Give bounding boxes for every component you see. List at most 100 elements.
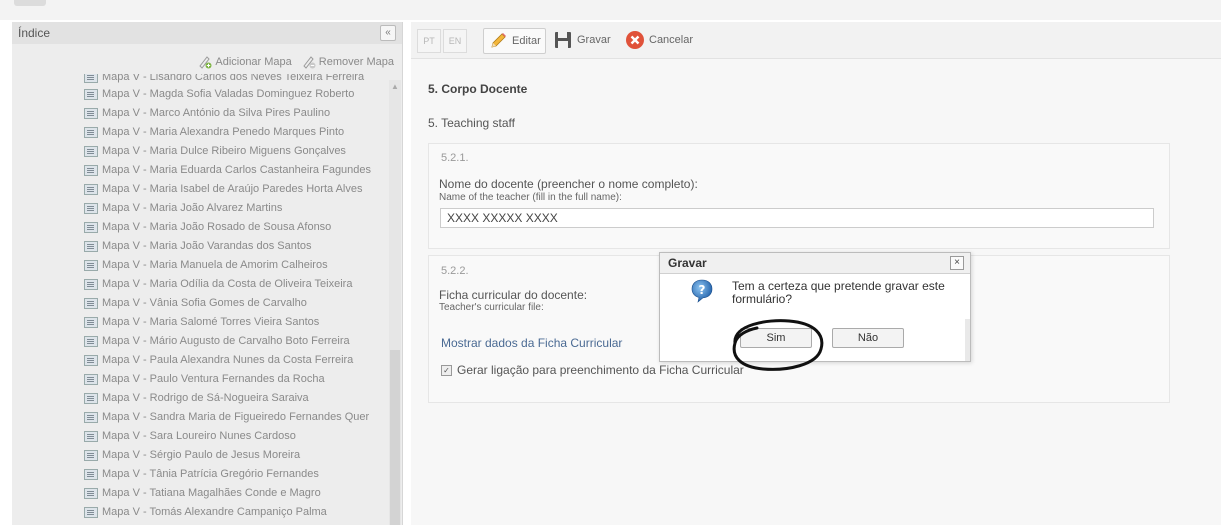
save-button[interactable]: Gravar xyxy=(549,28,615,52)
index-sidebar: Índice « Adicionar Mapa Remover Mapa Map… xyxy=(12,22,403,525)
list-item[interactable]: Mapa V - Sérgio Paulo de Jesus Moreira xyxy=(84,446,300,464)
sidebar-actions: Adicionar Mapa Remover Mapa xyxy=(198,55,394,69)
map-doc-icon xyxy=(84,240,98,252)
dialog-close-button[interactable]: × xyxy=(950,256,964,270)
cancel-label: Cancelar xyxy=(649,34,694,46)
list-item[interactable]: Mapa V - Maria Manuela de Amorim Calheir… xyxy=(84,256,328,274)
cancel-button[interactable]: Cancelar xyxy=(621,28,697,52)
map-doc-icon xyxy=(84,335,98,347)
map-doc-icon xyxy=(84,411,98,423)
generate-link-checkbox[interactable]: ✓ xyxy=(441,364,452,376)
map-doc-icon xyxy=(84,278,98,290)
toolbar: PT EN Editar Gravar Cancelar xyxy=(411,22,1221,59)
map-doc-icon xyxy=(84,259,98,271)
pencil-icon xyxy=(491,33,506,48)
map-doc-icon xyxy=(84,145,98,157)
curricular-file-label-en: Teacher's curricular file: xyxy=(439,302,544,313)
curricular-file-label-pt: Ficha curricular do docente: xyxy=(439,288,588,302)
dialog-title: Gravar xyxy=(668,256,707,270)
list-item-label: Mapa V - Tânia Patrícia Gregório Fernand… xyxy=(102,468,319,480)
svg-text:?: ? xyxy=(699,283,706,297)
list-item[interactable]: Mapa V - Sandra Maria de Figueiredo Fern… xyxy=(84,408,369,426)
list-item[interactable]: Mapa V - Maria João Rosado de Sousa Afon… xyxy=(84,218,331,236)
list-item[interactable]: Mapa V - Maria Dulce Ribeiro Miguens Gon… xyxy=(84,142,346,160)
dialog-edge xyxy=(965,319,970,361)
list-item-label: Mapa V - Vânia Sofia Gomes de Carvalho xyxy=(102,297,307,309)
generate-link-checkbox-row[interactable]: ✓ Gerar ligação para preenchimento da Fi… xyxy=(441,363,744,377)
no-button[interactable]: Não xyxy=(832,328,904,348)
list-item[interactable]: Mapa V - Vânia Sofia Gomes de Carvalho xyxy=(84,294,307,312)
list-item-label: Mapa V - Mário Augusto de Carvalho Boto … xyxy=(102,335,350,347)
lang-en-button[interactable]: EN xyxy=(443,29,467,53)
list-item-label: Mapa V - Sérgio Paulo de Jesus Moreira xyxy=(102,449,301,461)
map-doc-icon xyxy=(84,126,98,138)
map-doc-icon xyxy=(84,88,98,100)
list-item[interactable]: Mapa V - Marco António da Silva Pires Pa… xyxy=(84,104,330,122)
map-doc-icon xyxy=(84,221,98,233)
list-item-label: Mapa V - Magda Sofia Valadas Dominguez R… xyxy=(102,88,355,100)
collapse-sidebar-button[interactable]: « xyxy=(380,25,396,41)
dialog-titlebar[interactable]: Gravar × xyxy=(660,253,970,274)
list-item-label: Mapa V - Sandra Maria de Figueiredo Fern… xyxy=(102,411,370,423)
top-bar xyxy=(0,0,1221,20)
map-doc-icon xyxy=(84,74,98,83)
list-item[interactable]: Mapa V - Maria Alexandra Penedo Marques … xyxy=(84,123,344,141)
list-item[interactable]: Mapa V - Paulo Ventura Fernandes da Roch… xyxy=(84,370,325,388)
list-item[interactable]: Mapa V - Tânia Patrícia Gregório Fernand… xyxy=(84,465,319,483)
map-doc-icon xyxy=(84,487,98,499)
list-item-label: Mapa V - Tomás Alexandre Campaniço Palma xyxy=(102,506,327,518)
map-doc-icon xyxy=(84,373,98,385)
list-item-label: Mapa V - Maria Manuela de Amorim Calheir… xyxy=(102,259,328,271)
scroll-up-arrow-icon[interactable]: ▲ xyxy=(390,82,400,92)
edit-button[interactable]: Editar xyxy=(483,28,546,54)
edit-label: Editar xyxy=(512,35,541,47)
teacher-name-label-en: Name of the teacher (fill in the full na… xyxy=(439,192,622,203)
list-item-label: Mapa V - Maria Odília da Costa de Olivei… xyxy=(102,278,353,290)
sidebar-title: Índice xyxy=(18,26,51,40)
show-curricular-data-link[interactable]: Mostrar dados da Ficha Curricular xyxy=(441,336,622,350)
list-item[interactable]: Mapa V - Mário Augusto de Carvalho Boto … xyxy=(84,332,350,350)
question-number: 5.2.2. xyxy=(441,265,469,277)
map-doc-icon xyxy=(84,202,98,214)
section-title: 5. Corpo Docente xyxy=(428,82,528,96)
map-doc-icon xyxy=(84,164,98,176)
list-item[interactable]: Mapa V - Magda Sofia Valadas Dominguez R… xyxy=(84,85,354,103)
map-doc-icon xyxy=(84,430,98,442)
add-map-button[interactable]: Adicionar Mapa xyxy=(198,55,292,69)
map-doc-icon xyxy=(84,107,98,119)
dialog-message: Tem a certeza que pretende gravar este f… xyxy=(732,279,945,306)
question-icon: ? xyxy=(691,279,713,303)
list-item-label: Mapa V - Paulo Ventura Fernandes da Roch… xyxy=(102,373,325,385)
list-item[interactable]: Mapa V - Maria João Varandas dos Santos xyxy=(84,237,312,255)
list-item-label: Mapa V - Rodrigo de Sá-Nogueira Saraiva xyxy=(102,392,309,404)
list-item-label: Mapa V - Maria Salomé Torres Vieira Sant… xyxy=(102,316,320,328)
list-item[interactable]: Mapa V - Maria Isabel de Araújo Paredes … xyxy=(84,180,362,198)
list-item[interactable]: Mapa V - Rodrigo de Sá-Nogueira Saraiva xyxy=(84,389,309,407)
sidebar-scrollbar[interactable]: ▲ xyxy=(389,80,401,525)
list-item-label: Mapa V - Maria Alexandra Penedo Marques … xyxy=(102,126,345,138)
remove-map-button[interactable]: Remover Mapa xyxy=(302,55,394,69)
teacher-name-input[interactable] xyxy=(440,208,1154,228)
map-doc-icon xyxy=(84,183,98,195)
list-item-label: Mapa V - Maria João Rosado de Sousa Afon… xyxy=(102,221,332,233)
list-item[interactable]: Mapa V - Tatiana Magalhães Conde e Magro xyxy=(84,484,321,502)
list-item-label: Mapa V - Maria Eduarda Carlos Castanheir… xyxy=(102,164,372,176)
yes-button[interactable]: Sim xyxy=(740,328,812,348)
list-item[interactable]: Mapa V - Maria João Alvarez Martins xyxy=(84,199,282,217)
list-item-label: Mapa V - Paula Alexandra Nunes da Costa … xyxy=(102,354,354,366)
list-item[interactable]: Mapa V - Paula Alexandra Nunes da Costa … xyxy=(84,351,353,369)
map-doc-icon xyxy=(84,297,98,309)
map-list: Mapa V - Lisandro Carlos dos Neves Teixe… xyxy=(12,74,388,525)
top-tab-stub xyxy=(14,0,46,6)
question-number: 5.2.1. xyxy=(441,152,469,164)
list-item[interactable]: Mapa V - Maria Odília da Costa de Olivei… xyxy=(84,275,352,293)
map-doc-icon xyxy=(84,316,98,328)
lang-pt-button[interactable]: PT xyxy=(417,29,441,53)
list-item[interactable]: Mapa V - Maria Eduarda Carlos Castanheir… xyxy=(84,161,371,179)
list-item[interactable]: Mapa V - Sara Loureiro Nunes Cardoso xyxy=(84,427,296,445)
list-item[interactable]: Mapa V - Maria Salomé Torres Vieira Sant… xyxy=(84,313,319,331)
remove-map-label: Remover Mapa xyxy=(318,56,394,68)
scrollbar-thumb[interactable] xyxy=(390,350,400,525)
list-item[interactable]: Mapa V - Tomás Alexandre Campaniço Palma xyxy=(84,503,327,521)
list-item-label: Mapa V - Maria João Varandas dos Santos xyxy=(102,240,312,252)
